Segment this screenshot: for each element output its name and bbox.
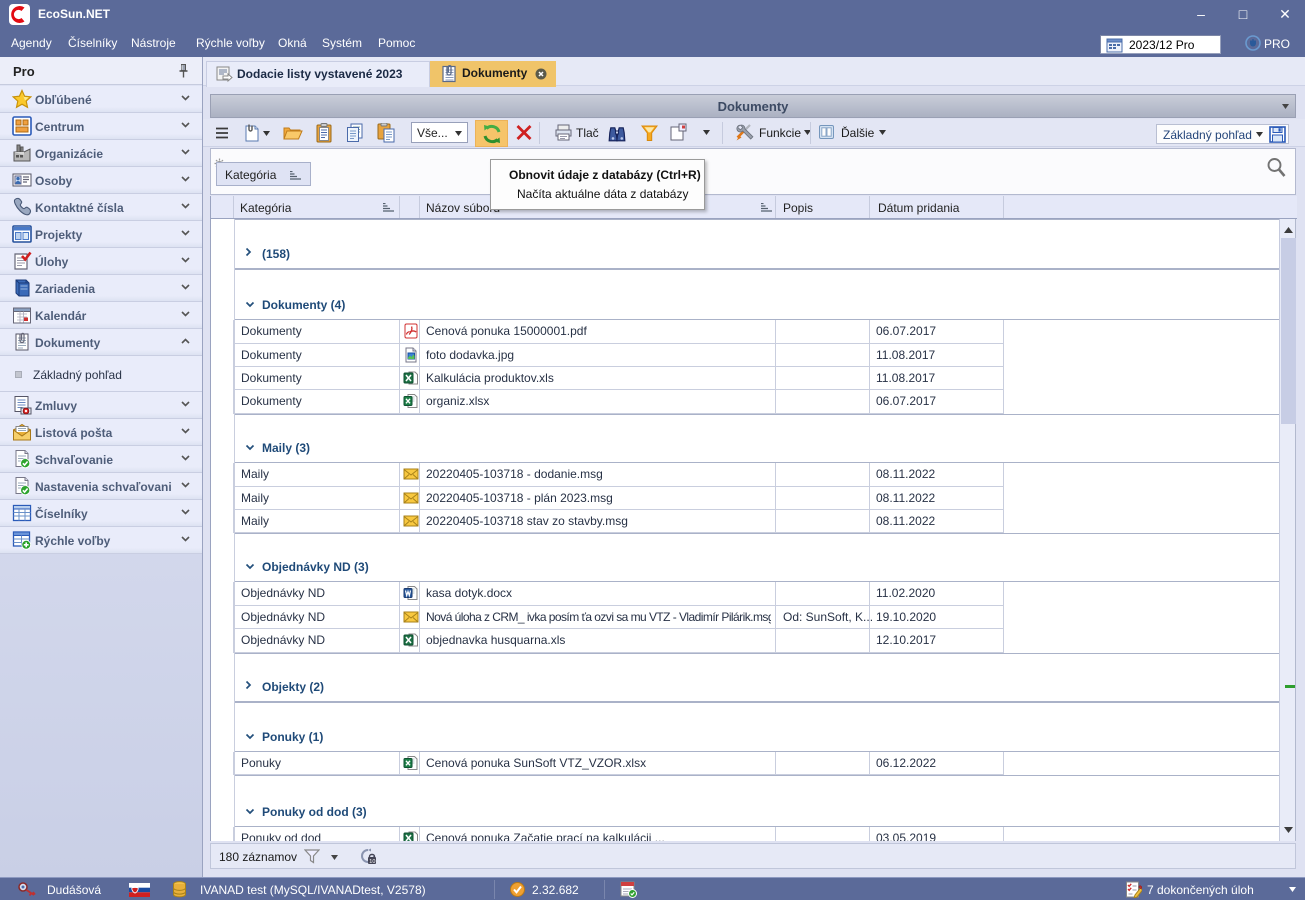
svg-text:10: 10	[369, 859, 375, 865]
